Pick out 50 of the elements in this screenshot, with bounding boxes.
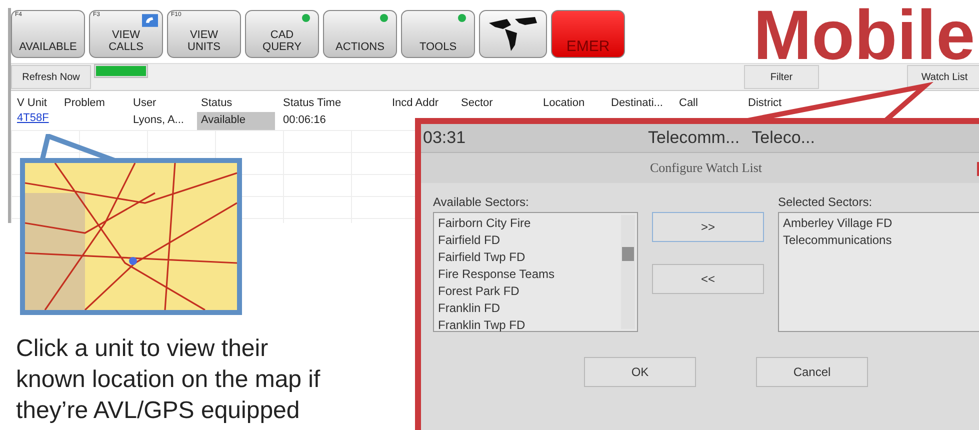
column-header[interactable]: Sector [455, 91, 537, 112]
toolbar-button[interactable]: TOOLS [401, 10, 475, 58]
list-item[interactable]: Fire Response Teams [438, 266, 554, 283]
globe-icon [487, 15, 539, 53]
column-header[interactable]: District [742, 91, 979, 112]
list-label: Available Sectors: [433, 195, 530, 209]
watch-list-button[interactable]: Watch List [907, 65, 979, 89]
selected-list[interactable]: Amberley Village FD Telecommunications [778, 212, 979, 332]
column-header[interactable]: Incd Addr [386, 91, 455, 112]
list-item[interactable]: Fairfield FD [438, 232, 500, 249]
status-cell: Available [197, 112, 275, 130]
ok-button[interactable]: OK [584, 357, 696, 387]
column-header[interactable]: Problem [58, 91, 127, 112]
remove-button[interactable]: << [652, 264, 764, 294]
toolbar-button[interactable]: ACTIONS [323, 10, 397, 58]
column-header[interactable]: Status Time [277, 91, 386, 112]
indicator-icon [302, 14, 310, 22]
caption-text: Click a unit to view their known location on the map if they’re AVL/GPS equipped [16, 334, 322, 426]
indicator-icon [458, 14, 466, 22]
dialog-title: Configure Watch List [650, 160, 762, 176]
scrollbar[interactable] [621, 215, 635, 329]
table-cell-text: 00:06:16 [282, 113, 327, 128]
column-header[interactable]: Call [673, 91, 742, 112]
indicator-icon [380, 14, 388, 22]
list-item[interactable]: Amberley Village FD [783, 215, 892, 232]
list-item[interactable]: Franklin FD [438, 300, 500, 317]
column-header[interactable]: Status [195, 91, 277, 112]
toolbar-button[interactable]: CAD QUERY [245, 10, 319, 58]
phone-icon [142, 14, 158, 27]
column-header[interactable]: Destinati... [605, 91, 673, 112]
list-item[interactable]: Forest Park FD [438, 283, 520, 300]
column-header[interactable]: User [127, 91, 195, 112]
table-cell-text: Lyons, A... [132, 113, 185, 128]
column-header[interactable]: Location [537, 91, 605, 112]
header-text: Telecomm... [648, 128, 740, 148]
available-list[interactable]: Fairborn City Fire Fairfield FD Fairfield Twp FD Fire Response Teams Forest Park FD Franklin FD Franklin Twp FD [433, 212, 638, 332]
list-item[interactable]: Telecommunications [783, 232, 892, 249]
map-button[interactable] [479, 10, 547, 58]
clock-text: 03:31 [422, 128, 467, 148]
list-item[interactable]: Franklin Twp FD [438, 317, 526, 334]
cancel-button[interactable]: Cancel [756, 357, 868, 387]
refresh-button[interactable]: Refresh Now [11, 65, 91, 89]
list-label: Selected Sectors: [778, 195, 874, 209]
column-header[interactable]: V Unit [11, 91, 58, 112]
add-button[interactable]: >> [652, 212, 764, 242]
unit-link[interactable]: 4T58F [11, 110, 55, 126]
filter-button[interactable]: Filter [744, 65, 819, 89]
header-text: Teleco... [752, 128, 815, 148]
list-item[interactable]: Fairborn City Fire [438, 215, 531, 232]
list-item[interactable]: Fairfield Twp FD [438, 249, 526, 266]
